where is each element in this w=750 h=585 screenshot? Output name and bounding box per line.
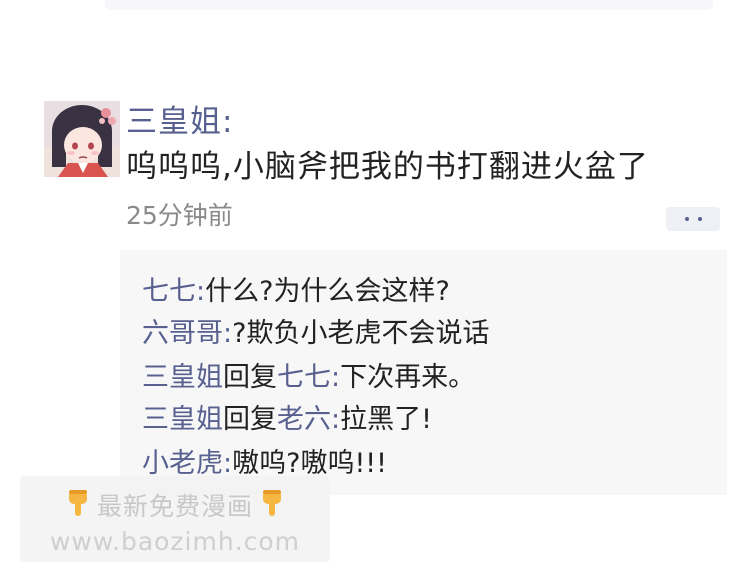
reply-separator: :	[223, 448, 233, 479]
reply-text: ?欺负小老虎不会说话	[232, 318, 490, 349]
comment-time: 25分钟前	[126, 201, 233, 230]
reply-connector: 回复	[223, 362, 277, 393]
reply-connector: 回复	[223, 404, 277, 435]
reply-text: 拉黑了!	[340, 404, 432, 435]
watermark-url: www.baozimh.com	[49, 527, 301, 556]
reply-author[interactable]: 三皇姐	[142, 362, 223, 393]
reply-separator: :	[331, 362, 341, 393]
more-dot-icon	[684, 217, 689, 221]
reply-author[interactable]: 三皇姐	[142, 404, 223, 435]
pointing-down-hand-icon	[65, 488, 91, 526]
reply-item[interactable]: 三皇姐回复老六:拉黑了!	[142, 402, 432, 438]
reply-separator: :	[223, 318, 233, 349]
reply-item[interactable]: 六哥哥:?欺负小老虎不会说话	[142, 316, 489, 352]
reply-target[interactable]: 老六	[277, 404, 331, 435]
reply-author[interactable]: 七七	[142, 276, 196, 307]
watermark-title: 最新免费漫画	[96, 492, 253, 521]
avatar[interactable]	[44, 101, 120, 177]
watermark-title-row: 最新免费漫画	[20, 488, 330, 526]
reply-text: 嗷呜?嗷呜!!!	[232, 448, 387, 479]
comment-author[interactable]: 三皇姐:	[126, 102, 233, 142]
comment-text: 呜呜呜,小脑斧把我的书打翻进火盆了	[126, 149, 649, 185]
watermark: 最新免费漫画 www.baozimh.com	[20, 476, 330, 562]
more-options-button[interactable]	[666, 207, 720, 231]
reply-separator: :	[196, 276, 206, 307]
reply-item[interactable]: 七七:什么?为什么会这样?	[142, 274, 450, 310]
reply-author[interactable]: 六哥哥	[142, 318, 223, 349]
reply-target[interactable]: 七七	[277, 362, 331, 393]
previous-comment-card	[105, 0, 713, 10]
reply-separator: :	[331, 404, 341, 435]
pointing-down-hand-icon	[259, 488, 285, 526]
reply-text: 下次再来。	[340, 362, 476, 393]
reply-list: 七七:什么?为什么会这样? 六哥哥:?欺负小老虎不会说话 三皇姐回复七七:下次再…	[120, 250, 727, 495]
reply-item[interactable]: 三皇姐回复七七:下次再来。	[142, 360, 475, 396]
reply-author[interactable]: 小老虎	[142, 448, 223, 479]
reply-text: 什么?为什么会这样?	[205, 276, 450, 307]
avatar-image	[44, 101, 120, 177]
more-dot-icon	[697, 217, 702, 221]
